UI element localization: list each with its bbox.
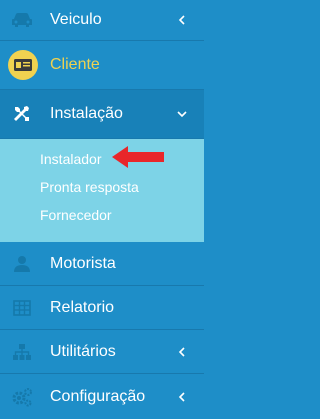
menu-item-veiculo[interactable]: Veiculo: [0, 0, 204, 41]
chevron-left-icon: [178, 15, 185, 25]
menu-label-utilitarios: Utilitários: [50, 342, 116, 360]
menu-item-utilitarios[interactable]: Utilitários: [0, 330, 204, 374]
chevron-left-icon: [178, 346, 185, 357]
menu-label-instalacao: Instalação: [50, 105, 123, 122]
menu-label-cliente: Cliente: [50, 56, 100, 73]
tools-icon: [10, 102, 34, 126]
menu-label-relatorio: Relatorio: [50, 298, 115, 316]
chevron-down-icon: [177, 111, 187, 118]
submenu-item-pronta-resposta[interactable]: Pronta resposta: [40, 179, 139, 195]
menu-item-configuracao[interactable]: Configuração: [0, 374, 204, 419]
menu-label-motorista: Motorista: [50, 254, 116, 272]
menu-label-veiculo: Veiculo: [50, 11, 102, 28]
menu-item-instalacao[interactable]: Instalação: [0, 90, 204, 139]
cogs-icon: [10, 385, 34, 409]
chevron-left-icon: [178, 391, 185, 402]
car-icon: [10, 8, 34, 32]
submenu-item-fornecedor[interactable]: Fornecedor: [40, 207, 112, 223]
user-icon: [10, 252, 34, 276]
menu-item-motorista[interactable]: Motorista: [0, 242, 204, 286]
menu-label-configuracao: Configuração: [50, 387, 146, 405]
table-icon: [10, 296, 34, 320]
red-arrow-pointer: [112, 146, 164, 168]
submenu-instalacao: Instalador Pronta resposta Fornecedor: [0, 139, 204, 242]
submenu-item-instalador[interactable]: Instalador: [40, 151, 101, 167]
sitemap-icon: [10, 340, 34, 364]
sidebar-menu: Veiculo Cliente Instalação Instalador Pr…: [0, 0, 204, 419]
menu-item-cliente[interactable]: Cliente: [0, 41, 204, 90]
id-card-icon: [8, 50, 38, 80]
menu-item-relatorio[interactable]: Relatorio: [0, 286, 204, 330]
